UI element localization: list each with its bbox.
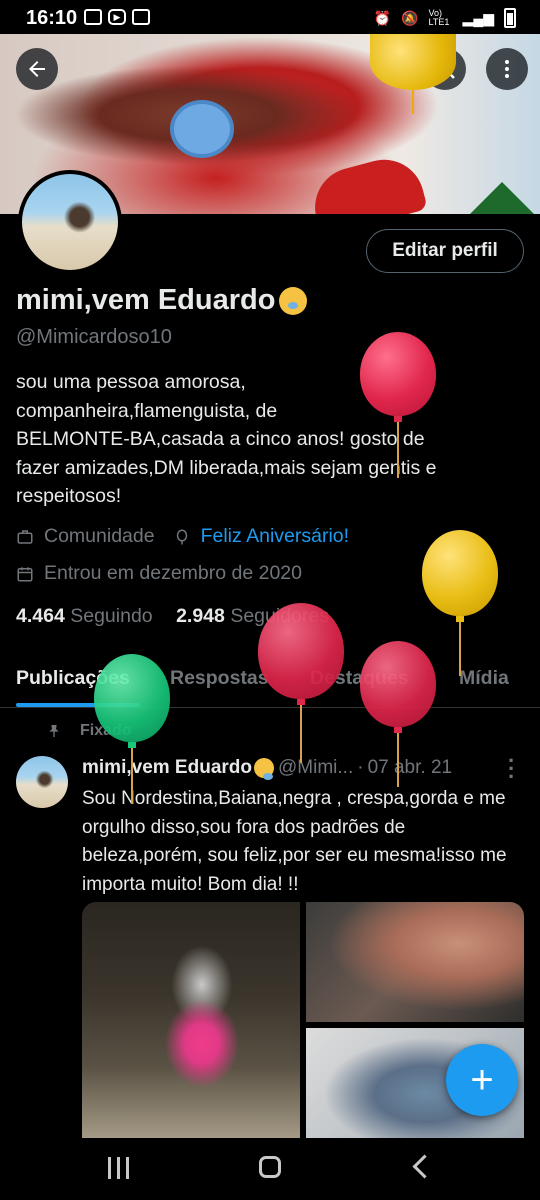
home-button[interactable] [259,1156,281,1178]
display-name: mimi,vem Eduardo [16,284,276,316]
calendar-icon [17,566,33,581]
compose-button[interactable]: + [446,1044,518,1116]
more-button[interactable] [486,48,528,90]
more-vertical-icon [505,60,509,78]
youtube-icon: ▶ [108,9,126,25]
post-more-icon[interactable]: · · · [508,750,520,788]
following-count: 4.464 [16,605,65,627]
alarm-icon: ⏰ [373,9,392,26]
banner-decoration [306,150,428,214]
baby-emoji-icon [279,286,308,315]
banner-pacifier [170,100,234,158]
post-photo-2[interactable] [306,902,524,1022]
profile-category: Comunidade [44,525,155,547]
signal-icon: ▂▄▆ [462,9,494,26]
system-navigation-bar [0,1138,540,1200]
network-label: Vo) LTE1 [428,8,450,27]
followers-count: 2.948 [176,605,225,627]
recents-button[interactable] [108,1157,129,1179]
red-balloon-3 [360,641,436,787]
balloon-icon [176,529,187,544]
system-icons: ⏰ 🔕 Vo) LTE1 ▂▄▆ [374,8,516,28]
yellow-balloon-top [370,34,456,114]
battery-icon [504,8,516,28]
briefcase-icon [17,529,33,544]
status-time: 16:10 [26,7,78,29]
following-link[interactable]: 4.464 Seguindo [16,605,153,627]
red-balloon-1 [360,332,436,478]
notification-icons: ▶ [84,9,150,25]
red-balloon-2 [258,603,344,763]
back-button[interactable] [16,48,58,90]
plus-icon: + [470,1057,494,1102]
back-nav-button[interactable] [412,1154,437,1179]
following-label: Seguindo [70,605,153,627]
banner-tree [462,182,540,214]
green-balloon [94,654,170,804]
arrow-left-icon [29,61,45,77]
status-bar: 16:10 ▶ ⏰ 🔕 Vo) LTE1 ▂▄▆ [0,0,540,34]
profile-handle: @Mimicardoso10 [16,326,172,348]
tab-respostas[interactable]: Respostas [170,667,269,690]
post-avatar[interactable] [16,756,68,808]
joined-date: Entrou em dezembro de 2020 [44,562,302,584]
app-notification-icon [132,9,150,25]
pin-icon [49,725,59,737]
profile-joined: Entrou em dezembro de 2020 [16,562,302,585]
profile-bio: sou uma pessoa amorosa, companheira,flam… [16,371,437,507]
profile-name: mimi,vem Eduardo [16,284,308,317]
birthday-link[interactable]: Feliz Aniversário! [201,525,349,548]
mute-icon: 🔕 [401,9,419,26]
gallery-icon [84,9,102,25]
edit-profile-button[interactable]: Editar perfil [366,229,524,273]
profile-meta: Comunidade Feliz Aniversário! [16,525,349,548]
profile-avatar[interactable] [18,170,122,274]
post-photo-1[interactable] [82,902,300,1138]
